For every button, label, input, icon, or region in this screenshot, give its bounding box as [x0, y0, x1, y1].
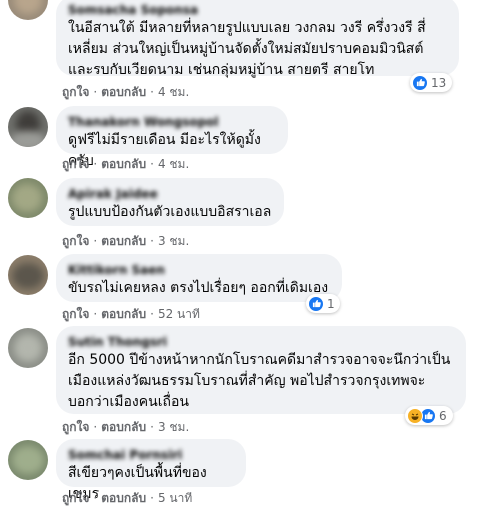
comment-timestamp[interactable]: 4 ชม.: [158, 85, 189, 99]
reply-button[interactable]: ตอบกลับ: [101, 157, 146, 171]
separator-dot: ·: [93, 234, 98, 248]
comment-text: ขับรถไม่เคยหลง ตรงไปเรื่อยๆ ออกที่เดิมเอ…: [68, 278, 330, 299]
like-button[interactable]: ถูกใจ: [62, 85, 89, 99]
comment-text-line: บอกว่าเมืองคนเถื่อน: [68, 394, 189, 410]
comment-author[interactable]: Apirak Jaidee: [68, 186, 272, 202]
reaction-count: 13: [431, 75, 447, 90]
separator-dot: ·: [93, 157, 98, 171]
comment-text-line: อีก 5000 ปีข้างหน้าหากนักโบราณคดีมาสำรวจ…: [68, 352, 451, 368]
comment-actions: ถูกใจ · ตอบกลับ · 52 นาที: [62, 306, 200, 322]
reply-button[interactable]: ตอบกลับ: [101, 85, 146, 99]
comment-actions: ถูกใจ · ตอบกลับ · 5 นาที: [62, 490, 192, 506]
avatar[interactable]: [8, 440, 48, 480]
comment-bubble: Kittikorn Saen ขับรถไม่เคยหลง ตรงไปเรื่อ…: [56, 254, 342, 302]
comment-timestamp[interactable]: 5 นาที: [158, 491, 192, 505]
comment-timestamp[interactable]: 3 ชม.: [158, 420, 189, 434]
separator-dot: ·: [93, 420, 98, 434]
separator-dot: ·: [150, 420, 154, 434]
reaction-summary[interactable]: 1: [306, 294, 340, 313]
separator-dot: ·: [150, 234, 154, 248]
like-button[interactable]: ถูกใจ: [62, 307, 89, 321]
comment-text-line: เมืองแหล่งวัฒนธรรมโบราณที่สำคัญ พอไปสำรว…: [68, 373, 426, 389]
comment-text: อีก 5000 ปีข้างหน้าหากนักโบราณคดีมาสำรวจ…: [68, 350, 454, 413]
comment-timestamp[interactable]: 4 ชม.: [158, 157, 189, 171]
separator-dot: ·: [150, 85, 154, 99]
separator-dot: ·: [93, 307, 98, 321]
comment-text-line: รูปแบบป้องกันตัวเองแบบอิสราเอล: [68, 204, 272, 220]
comment-bubble: Apirak Jaidee รูปแบบป้องกันตัวเองแบบอิสร…: [56, 178, 284, 226]
reply-button[interactable]: ตอบกลับ: [101, 420, 146, 434]
comment-text-line: ในอีสานใต้ มีหลายที่หลายรูปแบบเลย วงกลม …: [68, 20, 426, 36]
comment-bubble: Thanakorn Wongsopol ดูฟรีไม่มีรายเดือน ม…: [56, 106, 288, 169]
reaction-summary[interactable]: 13: [410, 73, 452, 92]
avatar[interactable]: [8, 107, 48, 147]
comment-author[interactable]: Somsacha Soponsa: [68, 2, 447, 18]
avatar[interactable]: [8, 255, 48, 295]
reply-button[interactable]: ตอบกลับ: [101, 307, 146, 321]
comment-actions: ถูกใจ · ตอบกลับ · 4 ชม.: [62, 156, 189, 172]
comment-text-line: เหลี่ยม ส่วนใหญ่เป็นหมู่บ้านจัดตั้งใหม่ส…: [68, 41, 424, 57]
reply-button[interactable]: ตอบกลับ: [101, 234, 146, 248]
avatar[interactable]: [8, 328, 48, 368]
separator-dot: ·: [150, 157, 154, 171]
separator-dot: ·: [150, 491, 154, 505]
comment-author[interactable]: Thanakorn Wongsopol: [68, 114, 276, 130]
comment-text: รูปแบบป้องกันตัวเองแบบอิสราเอล: [68, 202, 272, 223]
reply-button[interactable]: ตอบกลับ: [101, 491, 146, 505]
reaction-count: 6: [439, 408, 447, 423]
comment-bubble: Sutin Thongsri อีก 5000 ปีข้างหน้าหากนัก…: [56, 326, 466, 414]
comment-text-line: และรบกับเวียดนาม เช่นกลุ่มหมู่บ้าน สายตร…: [68, 62, 375, 78]
separator-dot: ·: [93, 491, 98, 505]
comment-actions: ถูกใจ · ตอบกลับ · 3 ชม.: [62, 233, 189, 249]
separator-dot: ·: [93, 85, 98, 99]
like-button[interactable]: ถูกใจ: [62, 420, 89, 434]
comment-timestamp[interactable]: 3 ชม.: [158, 234, 189, 248]
reaction-count: 1: [327, 296, 335, 311]
comment-author[interactable]: Kittikorn Saen: [68, 262, 330, 278]
comment-author[interactable]: Sutin Thongsri: [68, 334, 454, 350]
like-button[interactable]: ถูกใจ: [62, 491, 89, 505]
comment-text-line: ขับรถไม่เคยหลง ตรงไปเรื่อยๆ ออกที่เดิมเอ…: [68, 280, 329, 296]
haha-reaction-icon: [407, 407, 423, 424]
comment-actions: ถูกใจ · ตอบกลับ · 4 ชม.: [62, 84, 189, 100]
avatar[interactable]: [8, 178, 48, 218]
like-button[interactable]: ถูกใจ: [62, 234, 89, 248]
comment-bubble: Somchai Pornsiri สีเขียวๆคงเป็นพื้นที่ขอ…: [56, 439, 246, 502]
comment-bubble: Somsacha Soponsa ในอีสานใต้ มีหลายที่หลา…: [56, 0, 459, 78]
like-reaction-icon: [308, 295, 324, 312]
like-reaction-icon: [412, 74, 428, 91]
avatar[interactable]: [8, 0, 48, 20]
like-button[interactable]: ถูกใจ: [62, 157, 89, 171]
reaction-summary[interactable]: 6: [405, 406, 453, 425]
comment-timestamp[interactable]: 52 นาที: [158, 307, 200, 321]
comment-author[interactable]: Somchai Pornsiri: [68, 447, 234, 463]
separator-dot: ·: [150, 307, 154, 321]
comment-text: ในอีสานใต้ มีหลายที่หลายรูปแบบเลย วงกลม …: [68, 18, 447, 81]
comment-actions: ถูกใจ · ตอบกลับ · 3 ชม.: [62, 419, 189, 435]
